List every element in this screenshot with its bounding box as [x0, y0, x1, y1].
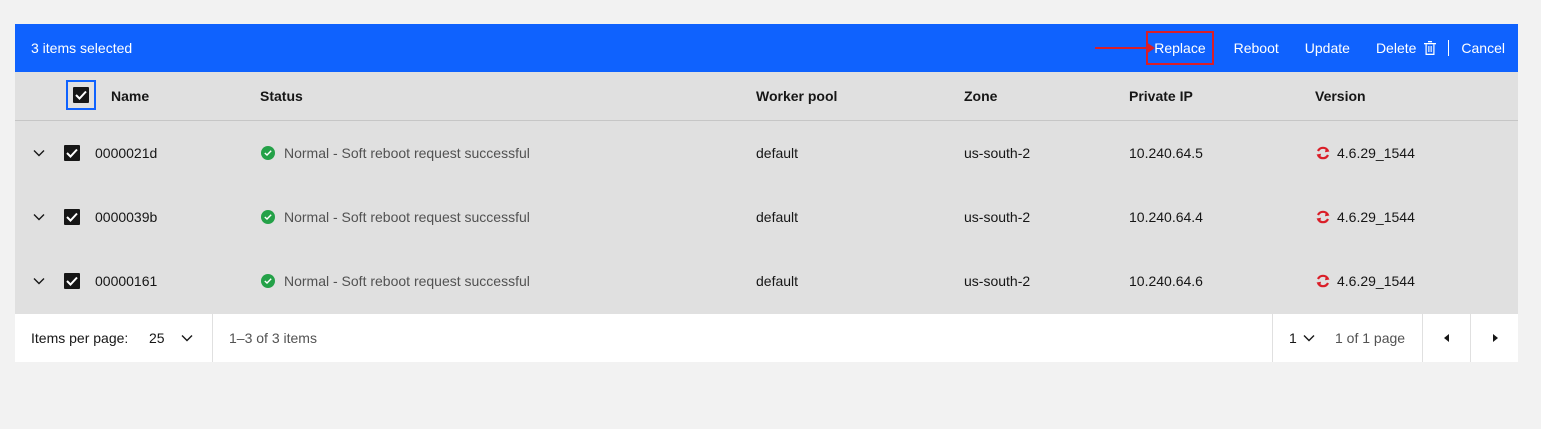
checkbox-checked-icon	[64, 209, 80, 225]
next-page-button[interactable]	[1471, 314, 1519, 362]
trash-icon	[1424, 41, 1437, 55]
row-worker-pool: default	[756, 273, 799, 289]
column-header-zone[interactable]: Zone	[964, 72, 997, 120]
delete-button[interactable]: Delete	[1363, 24, 1446, 72]
page-value: 1	[1289, 330, 1297, 346]
row-zone: us-south-2	[964, 273, 1031, 289]
expand-chevron-icon[interactable]	[31, 249, 47, 313]
pagination-bar: Items per page: 25 1–3 of 3 items 1 1 of…	[15, 313, 1518, 362]
row-status: Normal - Soft reboot request successful	[261, 185, 530, 249]
items-per-page-value: 25	[149, 330, 165, 346]
row-status: Normal - Soft reboot request successful	[261, 121, 530, 185]
checkmark-circle-icon	[261, 274, 275, 288]
page-total-text: 1 of 1 page	[1335, 330, 1406, 346]
row-checkbox[interactable]	[64, 121, 80, 185]
checkmark-circle-icon	[261, 210, 275, 224]
version-text: 4.6.29_1544	[1337, 145, 1415, 161]
batch-actions: Replace Reboot Update Delete Cancel	[1139, 24, 1518, 72]
row-zone: us-south-2	[964, 145, 1031, 161]
selected-count: 3 items selected	[31, 40, 133, 56]
row-zone: us-south-2	[964, 209, 1031, 225]
row-worker-pool: default	[756, 145, 799, 161]
items-range-text: 1–3 of 3 items	[229, 330, 317, 346]
caret-right-icon	[1493, 334, 1498, 342]
table-header: Name Status Worker pool Zone Private IP …	[15, 72, 1518, 121]
row-name: 0000021d	[95, 145, 158, 161]
previous-page-button[interactable]	[1423, 314, 1471, 362]
chevron-down-icon	[181, 335, 193, 342]
batch-action-bar: 3 items selected Replace Reboot Update D…	[15, 24, 1518, 72]
caret-left-icon	[1444, 334, 1449, 342]
pagination-divider	[212, 314, 213, 362]
pagination-divider	[1272, 314, 1273, 362]
checkbox-checked-icon	[64, 273, 80, 289]
version-text: 4.6.29_1544	[1337, 209, 1415, 225]
checkmark-circle-icon	[261, 146, 275, 160]
reboot-button[interactable]: Reboot	[1221, 24, 1292, 72]
checkbox-checked-icon	[73, 87, 89, 103]
items-per-page-label: Items per page:	[31, 330, 129, 346]
page-select[interactable]: 1	[1289, 314, 1315, 362]
row-name: 0000039b	[95, 209, 158, 225]
column-header-status[interactable]: Status	[260, 72, 303, 120]
select-all-checkbox[interactable]	[66, 80, 96, 110]
row-version: 4.6.29_1544	[1315, 121, 1415, 185]
expand-chevron-icon[interactable]	[31, 185, 47, 249]
openshift-refresh-icon	[1315, 273, 1331, 289]
data-table: 3 items selected Replace Reboot Update D…	[15, 24, 1518, 362]
row-private-ip: 10.240.64.5	[1129, 145, 1203, 161]
status-text: Normal - Soft reboot request successful	[284, 273, 530, 289]
table-row[interactable]: 00000161 Normal - Soft reboot request su…	[15, 249, 1518, 313]
delete-label: Delete	[1375, 40, 1417, 56]
table-row[interactable]: 0000021d Normal - Soft reboot request su…	[15, 121, 1518, 185]
row-private-ip: 10.240.64.6	[1129, 273, 1203, 289]
row-version: 4.6.29_1544	[1315, 185, 1415, 249]
expand-chevron-icon[interactable]	[31, 121, 47, 185]
status-text: Normal - Soft reboot request successful	[284, 145, 530, 161]
column-header-private-ip[interactable]: Private IP	[1129, 72, 1193, 120]
row-status: Normal - Soft reboot request successful	[261, 249, 530, 313]
row-version: 4.6.29_1544	[1315, 249, 1415, 313]
chevron-down-icon	[1303, 335, 1315, 342]
column-header-name[interactable]: Name	[111, 72, 149, 120]
cancel-button[interactable]: Cancel	[1449, 24, 1518, 72]
update-button[interactable]: Update	[1292, 24, 1363, 72]
openshift-refresh-icon	[1315, 209, 1331, 225]
status-text: Normal - Soft reboot request successful	[284, 209, 530, 225]
openshift-refresh-icon	[1315, 145, 1331, 161]
row-checkbox[interactable]	[64, 249, 80, 313]
items-per-page-select[interactable]: 25	[149, 314, 193, 362]
row-checkbox[interactable]	[64, 185, 80, 249]
row-name: 00000161	[95, 273, 158, 289]
checkbox-checked-icon	[64, 145, 80, 161]
replace-button[interactable]: Replace	[1139, 24, 1220, 72]
table-row[interactable]: 0000039b Normal - Soft reboot request su…	[15, 185, 1518, 249]
column-header-worker-pool[interactable]: Worker pool	[756, 72, 837, 120]
row-private-ip: 10.240.64.4	[1129, 209, 1203, 225]
row-worker-pool: default	[756, 209, 799, 225]
column-header-version[interactable]: Version	[1315, 72, 1366, 120]
version-text: 4.6.29_1544	[1337, 273, 1415, 289]
